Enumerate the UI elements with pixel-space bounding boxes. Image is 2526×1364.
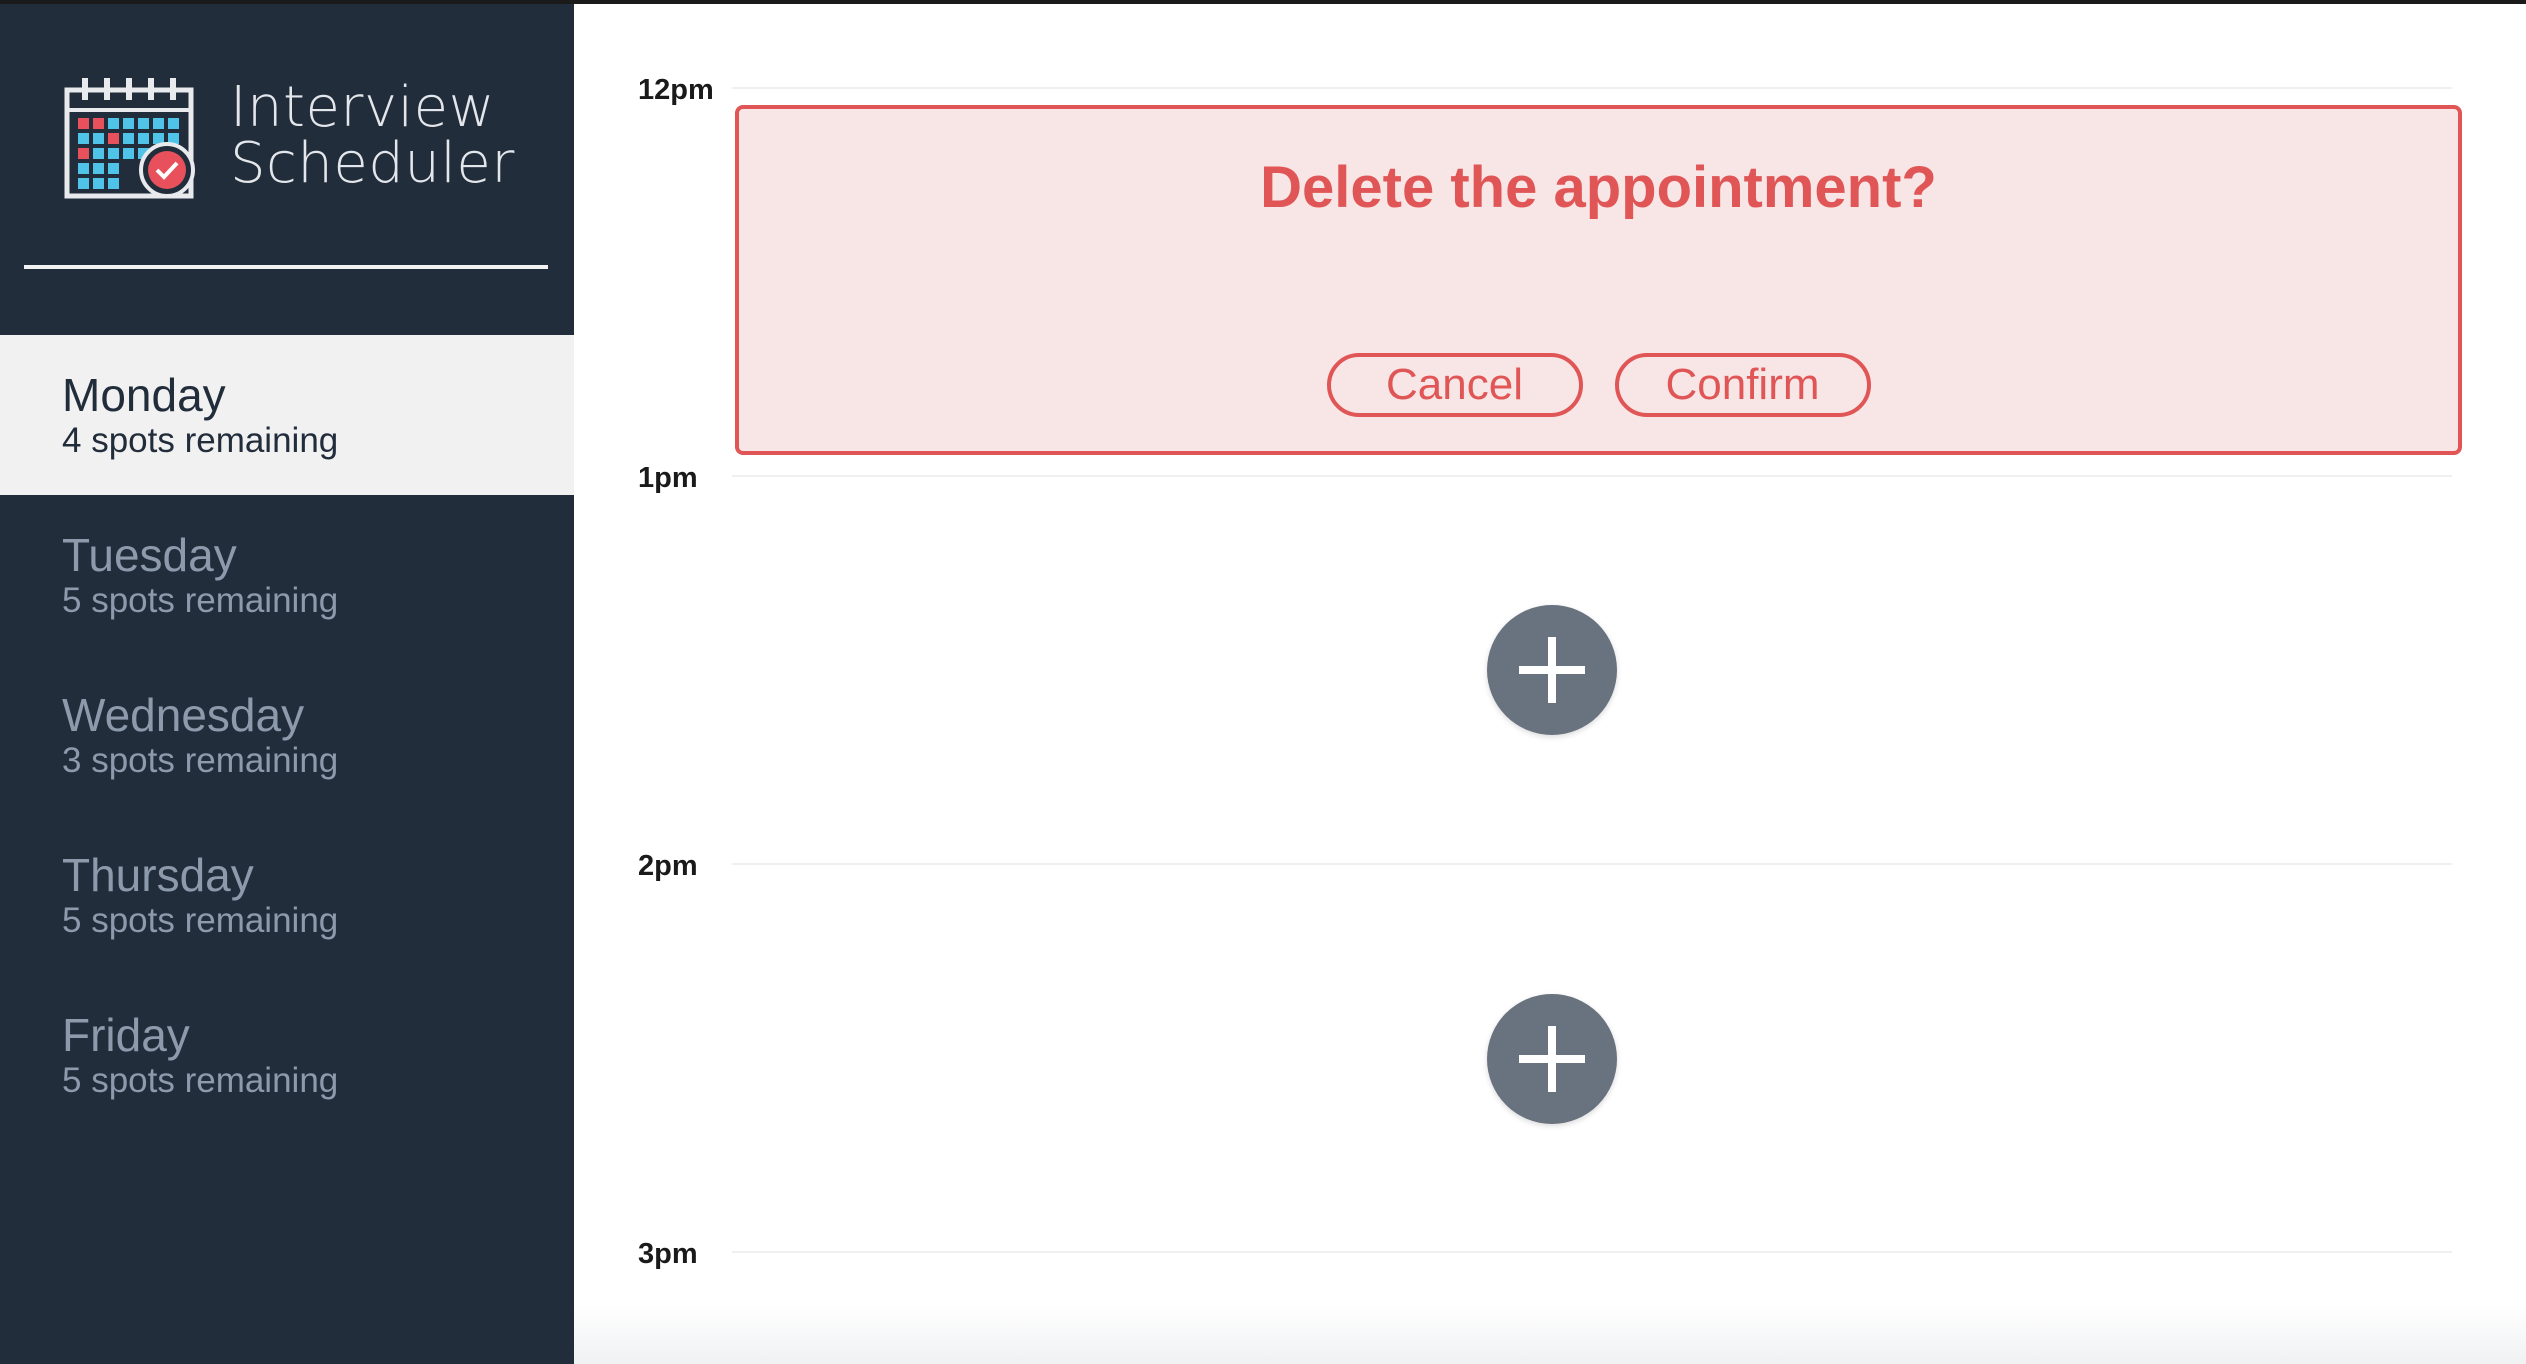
time-label-3pm: 3pm — [638, 1238, 698, 1270]
day-name: Thursday — [62, 849, 254, 901]
time-label-1pm: 1pm — [638, 462, 698, 494]
schedule: 12pm Delete the appointment? Cancel Conf… — [574, 4, 2526, 1364]
app-title-line2: Scheduler — [230, 131, 515, 196]
day-spots: 5 spots remaining — [62, 581, 339, 620]
day-item-monday[interactable]: Monday 4 spots remaining — [0, 335, 574, 495]
add-appointment-button[interactable] — [1487, 994, 1617, 1124]
day-name: Wednesday — [62, 689, 305, 741]
day-item-friday[interactable]: Friday 5 spots remaining — [0, 975, 574, 1135]
scroll-fade — [574, 1304, 2526, 1364]
day-item-wednesday[interactable]: Wednesday 3 spots remaining — [0, 655, 574, 815]
day-spots: 3 spots remaining — [62, 741, 339, 780]
day-spots: 5 spots remaining — [62, 1061, 339, 1100]
calendar-check-icon — [64, 78, 195, 199]
day-spots: 5 spots remaining — [62, 901, 339, 940]
day-item-thursday[interactable]: Thursday 5 spots remaining — [0, 815, 574, 975]
plus-icon — [1519, 1026, 1585, 1092]
plus-icon — [1519, 637, 1585, 703]
brand: Interview Scheduler — [64, 76, 524, 206]
day-spots: 4 spots remaining — [62, 421, 339, 460]
app-window: Interview Scheduler Monday 4 spots remai… — [0, 0, 2526, 1364]
day-name: Friday — [62, 1009, 190, 1061]
delete-confirmation: Delete the appointment? Cancel Confirm — [735, 105, 2462, 455]
day-name: Tuesday — [62, 529, 237, 581]
sidebar: Interview Scheduler Monday 4 spots remai… — [0, 4, 574, 1364]
time-label-12pm: 12pm — [638, 74, 714, 106]
app-title-line1: Interview — [230, 75, 495, 140]
slot-divider — [732, 1251, 2452, 1253]
slot-divider — [732, 863, 2452, 865]
slot-divider — [732, 87, 2452, 89]
confirm-message: Delete the appointment? — [1260, 155, 1937, 220]
confirm-actions: Cancel Confirm — [739, 353, 2458, 417]
add-appointment-button[interactable] — [1487, 605, 1617, 735]
sidebar-divider — [24, 265, 548, 269]
app-title: Interview Scheduler — [230, 80, 515, 192]
day-list: Monday 4 spots remaining Tuesday 5 spots… — [0, 335, 574, 1135]
time-label-2pm: 2pm — [638, 850, 698, 882]
confirm-button[interactable]: Confirm — [1614, 353, 1871, 417]
day-name: Monday — [62, 369, 226, 421]
slot-divider — [732, 475, 2452, 477]
day-item-tuesday[interactable]: Tuesday 5 spots remaining — [0, 495, 574, 655]
cancel-button[interactable]: Cancel — [1326, 353, 1583, 417]
